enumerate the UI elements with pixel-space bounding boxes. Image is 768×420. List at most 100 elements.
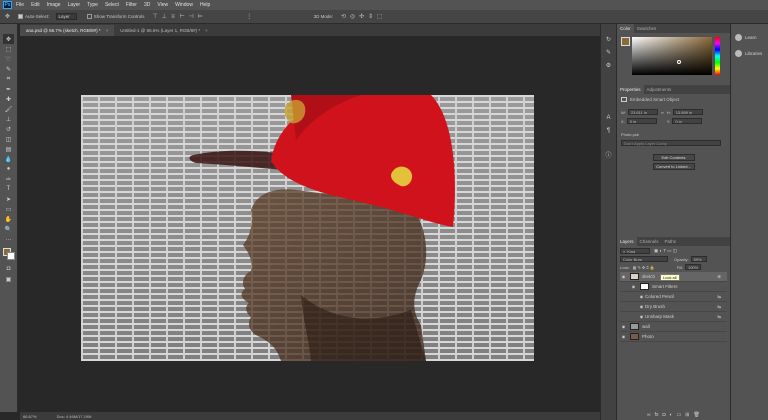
- history-brush-tool-icon[interactable]: ↺: [3, 124, 14, 134]
- lock-icons[interactable]: ▦ ✎ ✥ ⌗ 🔒: [633, 265, 655, 270]
- menu-window[interactable]: Window: [175, 2, 193, 8]
- filter-options-icon[interactable]: ⇋: [717, 294, 721, 300]
- character-panel-icon[interactable]: A: [604, 113, 614, 123]
- convert-to-linked-button[interactable]: Convert to Linked...: [652, 163, 695, 170]
- visibility-eye-icon[interactable]: ◉: [638, 304, 645, 309]
- color-picker-handle[interactable]: [677, 60, 681, 64]
- type-tool-icon[interactable]: T: [3, 184, 14, 194]
- eraser-tool-icon[interactable]: ◫: [3, 134, 14, 144]
- filter-row-colored-pencil[interactable]: ◉ Colored Pencil ⇋: [620, 292, 727, 302]
- lasso-tool-icon[interactable]: ➰: [3, 54, 14, 64]
- layer-name[interactable]: Photo: [642, 334, 654, 339]
- filter-row-dry-brush[interactable]: ◉ Dry Brush ⇋: [620, 302, 727, 312]
- distribute-icon[interactable]: ⋮: [245, 12, 254, 21]
- adjust-panel-icon[interactable]: ⚙: [604, 60, 614, 70]
- menu-type[interactable]: Type: [87, 2, 98, 8]
- blend-mode-select[interactable]: Color Burn: [620, 256, 668, 262]
- layer-row-photo[interactable]: ◉ Photo: [620, 332, 727, 342]
- menu-edit[interactable]: Edit: [31, 2, 40, 8]
- eyedropper-tool-icon[interactable]: ✒: [3, 84, 14, 94]
- link-icon[interactable]: ∞: [661, 110, 664, 115]
- height-field[interactable]: 13.889 in: [672, 109, 703, 115]
- fg-color-swatch[interactable]: [621, 37, 630, 46]
- filter-name[interactable]: Colored Pencil: [645, 294, 674, 299]
- 3d-rotate-icon[interactable]: ⟲: [339, 12, 348, 21]
- layer-row-sketch[interactable]: ◉ sketch Lock all ⊛: [620, 272, 727, 282]
- width-field[interactable]: 23.611 in: [627, 109, 658, 115]
- x-field[interactable]: 0 in: [626, 118, 657, 124]
- pen-tool-icon[interactable]: ✑: [3, 174, 14, 184]
- gradient-tool-icon[interactable]: ▤: [3, 144, 14, 154]
- visibility-eye-icon[interactable]: ◉: [620, 274, 627, 279]
- transform-controls-checkbox[interactable]: [86, 14, 92, 19]
- tab-layers[interactable]: Layers: [617, 237, 637, 246]
- shape-tool-icon[interactable]: ▭: [3, 204, 14, 214]
- layer-filter-select[interactable]: ⌕ Kind: [620, 248, 650, 254]
- healing-brush-tool-icon[interactable]: ✚: [3, 94, 14, 104]
- hue-slider[interactable]: [715, 37, 720, 75]
- filter-icons[interactable]: ▣ ◐ T ▭ ◫: [654, 248, 677, 254]
- smart-filter-icon[interactable]: ⊛: [717, 274, 721, 280]
- trash-icon[interactable]: 🗑: [693, 412, 699, 418]
- menu-file[interactable]: File: [16, 2, 24, 8]
- move-tool-icon[interactable]: ✥: [3, 34, 14, 44]
- transform-controls-option[interactable]: Show Transform Controls: [86, 14, 145, 19]
- filter-options-icon[interactable]: ⇋: [717, 314, 721, 320]
- move-tool-icon[interactable]: ✥: [3, 12, 12, 21]
- zoom-tool-icon[interactable]: 🔍: [3, 224, 14, 234]
- more-tools-icon[interactable]: …: [3, 234, 14, 244]
- tab-swatches[interactable]: Swatches: [634, 24, 660, 33]
- visibility-eye-icon[interactable]: ◉: [630, 284, 637, 289]
- fill-field[interactable]: 100%: [684, 264, 701, 270]
- learn-item[interactable]: Learn: [735, 34, 768, 41]
- visibility-eye-icon[interactable]: ◉: [638, 294, 645, 299]
- 3d-pan-icon[interactable]: ✣: [357, 12, 366, 21]
- tab-paths[interactable]: Paths: [662, 237, 680, 246]
- layer-comp-select[interactable]: Don't Apply Layer Comp: [621, 140, 721, 146]
- history-panel-icon[interactable]: ↻: [604, 34, 614, 44]
- document-tab-ana[interactable]: ana.psd @ 66.7% (sketch, RGB/8#) * ×: [20, 25, 115, 36]
- layer-name[interactable]: wall: [642, 324, 650, 329]
- tab-color[interactable]: Color: [617, 24, 634, 33]
- layer-row-wall[interactable]: ◉ wall: [620, 322, 727, 332]
- align-top-icon[interactable]: ⊤: [151, 12, 160, 21]
- auto-select-dropdown[interactable]: Layer: [55, 13, 77, 20]
- dodge-tool-icon[interactable]: ●: [3, 164, 14, 174]
- visibility-eye-icon[interactable]: ◉: [620, 334, 627, 339]
- align-bottom-icon[interactable]: ≡: [169, 12, 178, 21]
- color-swatches[interactable]: [2, 248, 15, 260]
- layer-row-smart-filters[interactable]: ◉ Smart Filters: [620, 282, 727, 292]
- menu-layer[interactable]: Layer: [68, 2, 81, 8]
- quick-select-tool-icon[interactable]: ✎: [3, 64, 14, 74]
- layer-name[interactable]: Smart Filters: [652, 284, 678, 289]
- align-right-icon[interactable]: ⊨: [196, 12, 205, 21]
- align-left-icon[interactable]: ⊢: [178, 12, 187, 21]
- filter-options-icon[interactable]: ⇋: [717, 304, 721, 310]
- auto-select-option[interactable]: Auto-Select:: [18, 14, 50, 19]
- close-tab-icon[interactable]: ×: [106, 28, 109, 33]
- hand-tool-icon[interactable]: ✋: [3, 214, 14, 224]
- opacity-field[interactable]: 69%: [690, 256, 707, 262]
- quick-mask-icon[interactable]: ◘: [3, 264, 14, 274]
- filter-name[interactable]: Dry Brush: [645, 304, 665, 309]
- zoom-level[interactable]: 66.67%: [23, 414, 37, 419]
- menu-image[interactable]: Image: [47, 2, 61, 8]
- blur-tool-icon[interactable]: 💧: [3, 154, 14, 164]
- tab-properties[interactable]: Properties: [617, 85, 644, 94]
- layer-name[interactable]: sketch: [642, 274, 655, 279]
- align-middle-icon[interactable]: ⊥: [160, 12, 169, 21]
- color-picker-field[interactable]: [632, 37, 712, 75]
- document-tab-untitled[interactable]: Untitled-1 @ 66.6% (Layer 1, RGB/8#) * ×: [114, 25, 214, 36]
- filter-row-unsharp-mask[interactable]: ◉ Unsharp Mask ⇋: [620, 312, 727, 322]
- brush-tool-icon[interactable]: 🖌: [3, 104, 14, 114]
- add-mask-icon[interactable]: ◘: [662, 412, 665, 418]
- align-center-icon[interactable]: ⊣: [187, 12, 196, 21]
- y-field[interactable]: 0 in: [672, 118, 703, 124]
- menu-help[interactable]: Help: [200, 2, 210, 8]
- menu-select[interactable]: Select: [105, 2, 119, 8]
- tab-adjustments[interactable]: Adjustments: [644, 85, 675, 94]
- link-layers-icon[interactable]: ∞: [647, 412, 651, 418]
- clone-stamp-tool-icon[interactable]: ⊥: [3, 114, 14, 124]
- crop-tool-icon[interactable]: ⌗: [3, 74, 14, 84]
- adjustment-layer-icon[interactable]: ◐: [670, 412, 673, 418]
